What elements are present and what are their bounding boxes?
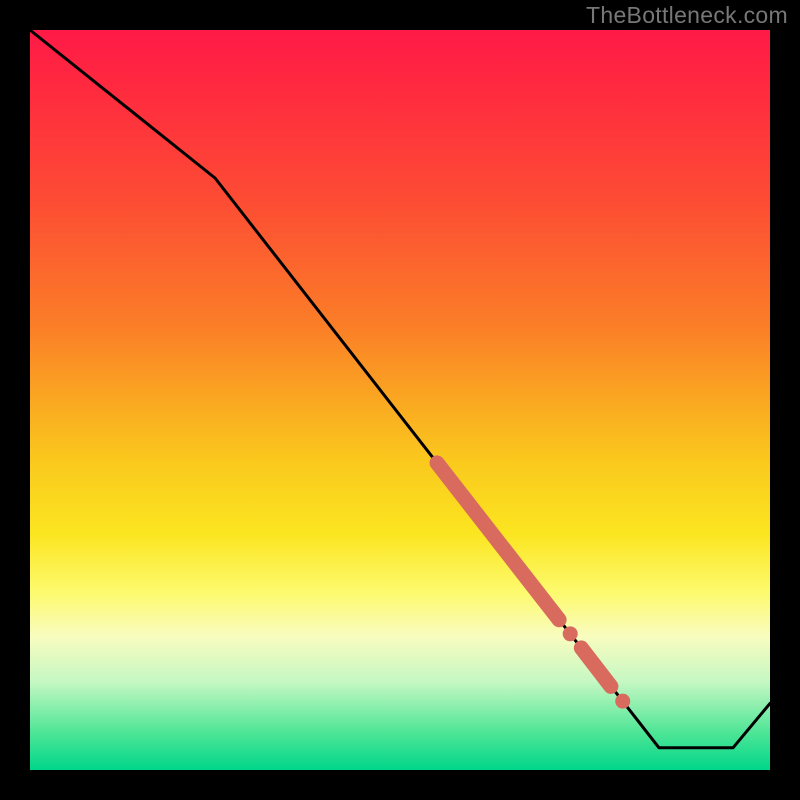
watermark-text: TheBottleneck.com [586,2,788,29]
figure: TheBottleneck.com [0,0,800,800]
plot-area [30,30,770,770]
curve-layer [30,30,770,748]
marker-band-lower [581,648,611,686]
series-curve [30,30,770,748]
marker-band-upper [437,463,559,620]
plot-svg [30,30,770,770]
marker-dot-mid [563,626,578,641]
marker-dot-low [615,694,630,709]
